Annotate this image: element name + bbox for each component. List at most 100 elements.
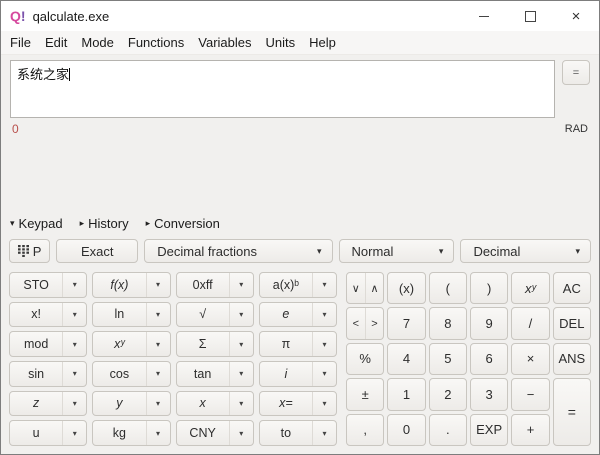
key-2[interactable]: 2 (429, 378, 467, 410)
key-mod-dropdown[interactable]: ▾ (62, 332, 86, 356)
key-percent[interactable]: % (346, 343, 384, 375)
key-fx-button[interactable]: f(x) (93, 273, 145, 297)
key-0[interactable]: 0 (387, 414, 425, 446)
minimize-button[interactable] (461, 1, 507, 31)
key-var-y-button[interactable]: y (93, 392, 145, 416)
key-var-x-button[interactable]: x (177, 392, 229, 416)
key-sto-button[interactable]: STO (10, 273, 62, 297)
key-sum-dropdown[interactable]: ▾ (229, 332, 253, 356)
key-3[interactable]: 3 (470, 378, 508, 410)
key-exp[interactable]: EXP (470, 414, 508, 446)
key-divide[interactable]: / (511, 307, 549, 339)
key-6[interactable]: 6 (470, 343, 508, 375)
key-e-dropdown[interactable]: ▾ (312, 303, 336, 327)
key-ln-button[interactable]: ln (93, 303, 145, 327)
key-fx-dropdown[interactable]: ▾ (146, 273, 170, 297)
key-history-updown-right[interactable]: ∧ (365, 273, 384, 303)
key-plusminus[interactable]: ± (346, 378, 384, 410)
key-cursor-leftright[interactable]: <> (346, 307, 384, 339)
key-ans[interactable]: ANS (553, 343, 591, 375)
key-hex-dropdown[interactable]: ▾ (229, 273, 253, 297)
key-add[interactable]: + (511, 414, 549, 446)
key-cos-dropdown[interactable]: ▾ (146, 362, 170, 386)
panel-toggle-history[interactable]: ▸ History (80, 216, 129, 231)
key-equals[interactable]: = (553, 378, 591, 446)
key-8[interactable]: 8 (429, 307, 467, 339)
key-var-y-dropdown[interactable]: ▾ (146, 392, 170, 416)
menu-item-mode[interactable]: Mode (74, 35, 121, 50)
key-7[interactable]: 7 (387, 307, 425, 339)
key-tan-dropdown[interactable]: ▾ (229, 362, 253, 386)
exact-button[interactable]: Exact (56, 239, 138, 263)
angle-mode-badge[interactable]: RAD (565, 123, 588, 135)
key-pi-button[interactable]: π (260, 332, 312, 356)
menu-item-functions[interactable]: Functions (121, 35, 191, 50)
key-4[interactable]: 4 (387, 343, 425, 375)
calculate-button[interactable]: = (562, 60, 590, 85)
key-sin-dropdown[interactable]: ▾ (62, 362, 86, 386)
key-cursor-leftright-right[interactable]: > (365, 308, 384, 338)
key-history-updown[interactable]: ∨∧ (346, 272, 384, 304)
key-9[interactable]: 9 (470, 307, 508, 339)
menu-item-units[interactable]: Units (259, 35, 303, 50)
menu-item-edit[interactable]: Edit (38, 35, 74, 50)
key-paren-open[interactable]: ( (429, 272, 467, 304)
key-hex-button[interactable]: 0xff (177, 273, 229, 297)
key-var-z-dropdown[interactable]: ▾ (62, 392, 86, 416)
key-tan-button[interactable]: tan (177, 362, 229, 386)
key-base-exp-button[interactable]: a(x)ᵇ (260, 273, 312, 297)
close-button[interactable]: × (553, 1, 599, 31)
key-solve-button[interactable]: x= (260, 392, 312, 416)
key-5[interactable]: 5 (429, 343, 467, 375)
fraction-mode-dropdown[interactable]: Decimal fractions ▾ (144, 239, 332, 263)
expression-input[interactable]: 系统之家 (10, 60, 555, 118)
key-e-button[interactable]: e (260, 303, 312, 327)
key-cursor-leftright-left[interactable]: < (347, 308, 365, 338)
key-var-z-button[interactable]: z (10, 392, 62, 416)
key-ln-dropdown[interactable]: ▾ (146, 303, 170, 327)
key-base-exp-dropdown[interactable]: ▾ (312, 273, 336, 297)
key-power-button[interactable]: xʸ (93, 332, 145, 356)
key-currency-cny-button[interactable]: CNY (177, 421, 229, 445)
menu-item-help[interactable]: Help (302, 35, 343, 50)
maximize-button[interactable] (507, 1, 553, 31)
key-unit-u-button[interactable]: u (10, 421, 62, 445)
menu-item-variables[interactable]: Variables (191, 35, 258, 50)
key-var-x-dropdown[interactable]: ▾ (229, 392, 253, 416)
key-convert-to-button[interactable]: to (260, 421, 312, 445)
key-sqrt-dropdown[interactable]: ▾ (229, 303, 253, 327)
key-history-updown-left[interactable]: ∨ (347, 273, 365, 303)
key-unit-u-dropdown[interactable]: ▾ (62, 421, 86, 445)
key-parens-x[interactable]: (x) (387, 272, 425, 304)
key-imaginary-dropdown[interactable]: ▾ (312, 362, 336, 386)
key-sqrt-button[interactable]: √ (177, 303, 229, 327)
panel-toggle-conversion[interactable]: ▸ Conversion (146, 216, 220, 231)
key-factorial-button[interactable]: x! (10, 303, 62, 327)
key-multiply[interactable]: × (511, 343, 549, 375)
key-cos-button[interactable]: cos (93, 362, 145, 386)
key-convert-to-dropdown[interactable]: ▾ (312, 421, 336, 445)
key-sin-button[interactable]: sin (10, 362, 62, 386)
key-subtract[interactable]: − (511, 378, 549, 410)
key-solve-dropdown[interactable]: ▾ (312, 392, 336, 416)
key-power-dropdown[interactable]: ▾ (146, 332, 170, 356)
key-unit-kg-button[interactable]: kg (93, 421, 145, 445)
key-currency-cny-dropdown[interactable]: ▾ (229, 421, 253, 445)
key-decimal-point[interactable]: . (429, 414, 467, 446)
panel-toggle-keypad[interactable]: ▾ Keypad (10, 216, 63, 231)
key-sto-dropdown[interactable]: ▾ (62, 273, 86, 297)
key-ac[interactable]: AC (553, 272, 591, 304)
key-factorial-dropdown[interactable]: ▾ (62, 303, 86, 327)
key-del[interactable]: DEL (553, 307, 591, 339)
menu-item-file[interactable]: File (3, 35, 38, 50)
programming-keypad-button[interactable]: P (9, 239, 50, 263)
key-1[interactable]: 1 (387, 378, 425, 410)
display-mode-dropdown[interactable]: Normal ▾ (339, 239, 455, 263)
key-mod-button[interactable]: mod (10, 332, 62, 356)
key-comma[interactable]: , (346, 414, 384, 446)
key-unit-kg-dropdown[interactable]: ▾ (146, 421, 170, 445)
key-imaginary-button[interactable]: i (260, 362, 312, 386)
key-sum-button[interactable]: Σ (177, 332, 229, 356)
key-raise[interactable]: xʸ (511, 272, 549, 304)
key-paren-close[interactable]: ) (470, 272, 508, 304)
